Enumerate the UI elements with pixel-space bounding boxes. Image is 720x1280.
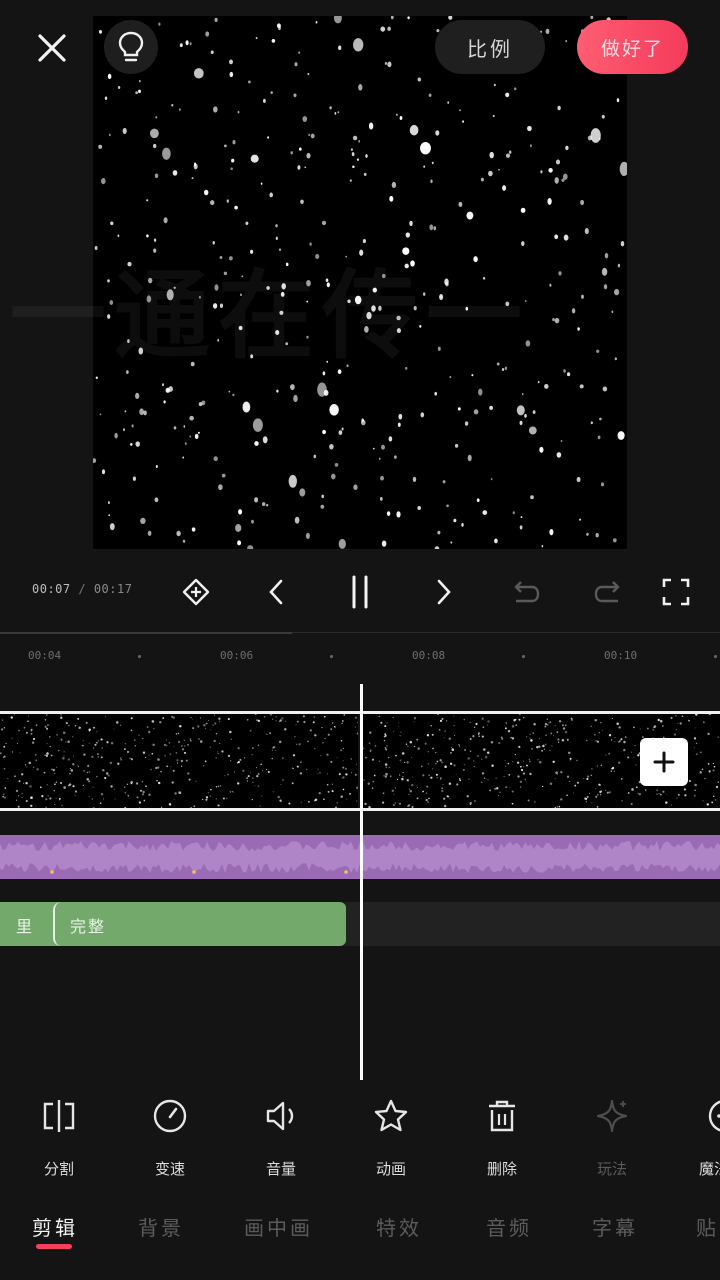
redo-icon	[594, 581, 620, 603]
tool-label: 删除	[486, 1160, 517, 1178]
time-display: 00:07 / 00:17	[32, 582, 132, 596]
close-button[interactable]	[30, 26, 74, 70]
tool-speed[interactable]: 变速	[128, 1090, 212, 1180]
previous-frame-button[interactable]	[256, 572, 296, 612]
plus-icon	[653, 751, 675, 773]
sparkle-icon	[592, 1096, 632, 1136]
pause-icon	[352, 575, 368, 609]
magic-icon	[694, 1096, 720, 1136]
playhead[interactable]	[360, 684, 363, 1080]
tab-picture-in-picture[interactable]: 画中画	[244, 1212, 313, 1241]
text-track-empty-area	[345, 902, 720, 946]
current-time: 00:07	[32, 582, 71, 596]
tool-animation[interactable]: 动画	[349, 1090, 433, 1180]
text-clip-label: 完整	[70, 917, 107, 936]
tool-split[interactable]: 分割	[17, 1090, 101, 1180]
time-separator: /	[70, 582, 94, 596]
tab-edit[interactable]: 剪辑	[32, 1212, 78, 1241]
tool-magic[interactable]: 魔法	[672, 1090, 720, 1180]
tab-subtitles[interactable]: 字幕	[592, 1212, 638, 1241]
tool-play[interactable]: 玩法	[570, 1090, 654, 1180]
ruler-label: 00:06	[220, 649, 254, 662]
add-clip-button[interactable]	[640, 738, 688, 786]
fullscreen-button[interactable]	[656, 572, 696, 612]
ruler-dot	[330, 655, 333, 658]
next-frame-button[interactable]	[424, 572, 464, 612]
ruler-dot	[522, 655, 525, 658]
tool-label: 动画	[375, 1160, 406, 1178]
tip-button[interactable]	[104, 20, 158, 74]
done-button[interactable]: 做好了	[577, 20, 688, 74]
trash-icon	[482, 1096, 522, 1136]
volume-icon	[261, 1096, 301, 1136]
ruler-label: 00:04	[28, 649, 62, 662]
tab-audio[interactable]: 音频	[486, 1212, 532, 1241]
ruler-label: 00:10	[604, 649, 638, 662]
undo-icon	[514, 581, 540, 603]
lightbulb-icon	[118, 31, 144, 62]
speed-icon	[150, 1096, 190, 1136]
keyframe-diamond-icon	[182, 578, 210, 606]
redo-button[interactable]	[588, 572, 628, 612]
tab-effects[interactable]: 特效	[376, 1212, 422, 1241]
chevron-left-icon	[269, 579, 283, 605]
tool-delete[interactable]: 删除	[460, 1090, 544, 1180]
text-clip-handle[interactable]	[53, 902, 65, 946]
tab-stickers[interactable]: 贴	[696, 1212, 719, 1241]
total-time: 00:17	[93, 582, 133, 596]
text-clip-label: 里	[16, 917, 33, 936]
background-watermark-text: 一通在传一	[10, 260, 530, 372]
ruler-dot	[714, 655, 717, 658]
tab-background[interactable]: 背景	[138, 1212, 184, 1241]
split-icon	[39, 1096, 79, 1136]
tool-label: 玩法	[596, 1160, 627, 1178]
timeline-ruler[interactable]: 00:04 00:06 00:08 00:10	[0, 632, 720, 673]
star-icon	[371, 1096, 411, 1136]
text-clip[interactable]: 里 完整	[0, 902, 346, 946]
pause-button[interactable]	[340, 572, 380, 612]
undo-button[interactable]	[506, 572, 546, 612]
fullscreen-icon	[662, 578, 690, 606]
ratio-button[interactable]: 比例	[435, 20, 545, 74]
close-icon	[38, 34, 66, 62]
ruler-label: 00:08	[412, 649, 446, 662]
chevron-right-icon	[437, 579, 451, 605]
tool-label: 魔法	[698, 1160, 720, 1178]
ruler-progress-line	[0, 632, 292, 634]
tool-label: 分割	[43, 1160, 74, 1178]
tool-label: 变速	[154, 1160, 185, 1178]
tool-volume[interactable]: 音量	[239, 1090, 323, 1180]
keyframe-button[interactable]	[176, 572, 216, 612]
ruler-dot	[138, 655, 141, 658]
tool-label: 音量	[265, 1160, 296, 1178]
tab-active-indicator	[36, 1244, 72, 1249]
